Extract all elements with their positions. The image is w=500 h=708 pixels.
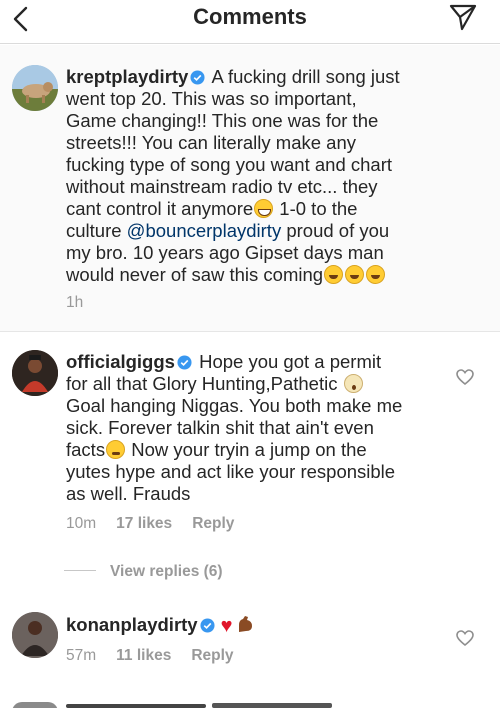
verified-badge-icon bbox=[190, 70, 205, 85]
text-fragment bbox=[212, 703, 332, 708]
avatar[interactable] bbox=[12, 350, 58, 396]
page-title: Comments bbox=[193, 4, 307, 29]
red-heart-emoji-icon: ♥ bbox=[220, 615, 233, 637]
comment-meta: 57m 11 likes Reply bbox=[66, 647, 254, 665]
reply-button[interactable]: Reply bbox=[191, 647, 233, 664]
laughing-emoji-icon bbox=[345, 265, 365, 284]
flushed-emoji-icon bbox=[343, 374, 363, 393]
comment-text: officialgiggs Hope you got a permit for … bbox=[66, 351, 403, 504]
heart-outline-icon[interactable] bbox=[455, 367, 475, 387]
paper-plane-icon[interactable] bbox=[448, 2, 478, 32]
laughing-emoji-icon bbox=[324, 265, 344, 284]
likes-count[interactable]: 11 likes bbox=[116, 647, 171, 664]
avatar bbox=[12, 702, 58, 708]
verified-badge-icon bbox=[200, 618, 215, 633]
comment-meta: 10m 17 likes Reply bbox=[66, 515, 254, 533]
laughing-emoji-icon bbox=[366, 265, 386, 284]
mention-link[interactable]: @bouncerplaydirty bbox=[127, 220, 282, 241]
caption-timestamp: 1h bbox=[66, 294, 84, 311]
header-bar: Comments bbox=[0, 0, 500, 44]
view-replies-button[interactable]: View replies (6) bbox=[64, 563, 223, 581]
post-caption: kreptplaydirty A fucking drill song just… bbox=[0, 45, 500, 332]
grinning-sweat-emoji-icon bbox=[254, 199, 274, 218]
verified-badge-icon bbox=[177, 355, 192, 370]
text-fragment bbox=[66, 704, 206, 708]
avatar[interactable] bbox=[12, 65, 58, 111]
divider bbox=[64, 570, 96, 571]
caption-meta: 1h bbox=[66, 294, 103, 312]
caption-username[interactable]: kreptplaydirty bbox=[66, 66, 188, 87]
reply-button[interactable]: Reply bbox=[192, 515, 234, 532]
next-comment-partial bbox=[0, 696, 500, 708]
avatar[interactable] bbox=[12, 612, 58, 658]
comment-username[interactable]: konanplaydirty bbox=[66, 614, 198, 635]
flexed-biceps-emoji-icon bbox=[239, 616, 253, 632]
comment-timestamp: 10m bbox=[66, 515, 97, 532]
person-photo-icon bbox=[12, 612, 58, 658]
comment-timestamp: 57m bbox=[66, 647, 97, 664]
persevering-emoji-icon bbox=[106, 440, 126, 459]
heart-outline-icon[interactable] bbox=[455, 628, 475, 648]
dog-photo-icon bbox=[12, 65, 58, 111]
likes-count[interactable]: 17 likes bbox=[116, 515, 172, 532]
comment-username[interactable]: officialgiggs bbox=[66, 351, 175, 372]
person-photo-icon bbox=[12, 350, 58, 396]
comment-text: konanplaydirty ♥ bbox=[66, 614, 446, 637]
caption-text: kreptplaydirty A fucking drill song just… bbox=[66, 66, 400, 285]
